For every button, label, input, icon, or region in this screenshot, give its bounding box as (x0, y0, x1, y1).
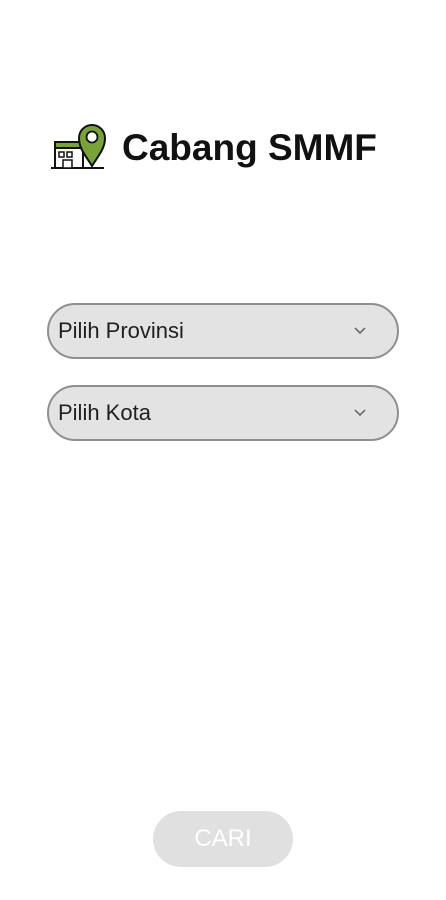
province-select[interactable]: Pilih Provinsi (47, 303, 399, 359)
header: Cabang SMMF (50, 118, 377, 177)
search-button[interactable]: CARI (153, 811, 293, 867)
app-screen: Cabang SMMF Pilih Provinsi Pilih Kota CA… (0, 0, 446, 900)
city-select-label: Pilih Kota (58, 400, 151, 425)
branch-location-pin-icon (50, 118, 110, 177)
chevron-down-icon (353, 404, 367, 422)
page-title: Cabang SMMF (122, 127, 377, 168)
province-select-label: Pilih Provinsi (58, 318, 184, 343)
chevron-down-icon (353, 322, 367, 340)
city-select[interactable]: Pilih Kota (47, 385, 399, 441)
